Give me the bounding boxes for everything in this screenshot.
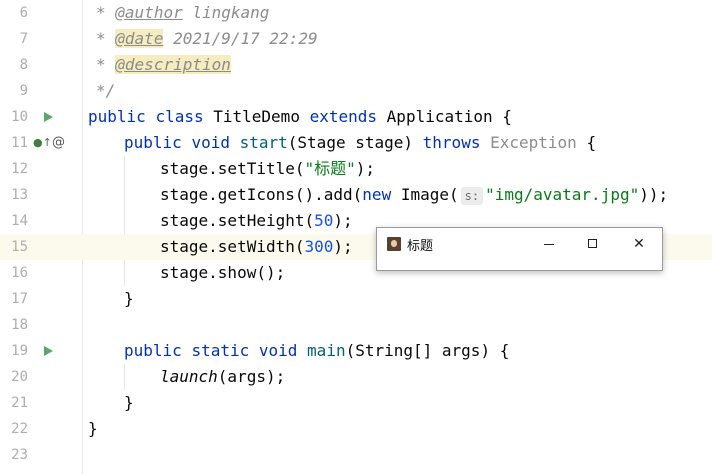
run-icon[interactable] [44, 112, 53, 122]
line-number: 10 [11, 109, 28, 125]
annotation-icon[interactable]: @ [52, 135, 65, 150]
window-title: 标题 [407, 239, 434, 254]
app-window[interactable]: 标题 ✕ [376, 227, 663, 271]
line-number: 7 [19, 31, 28, 47]
code-text: * @date 2021/9/17 22:29 [96, 29, 318, 48]
line-number: 17 [11, 291, 28, 307]
code-line[interactable]: 9 */ [0, 78, 712, 104]
code-text: public void start(Stage stage) throws Ex… [124, 133, 597, 152]
code-text: public static void main(String[] args) { [124, 341, 510, 360]
code-line[interactable]: 22 } [0, 416, 712, 442]
code-text: stage.setHeight(50); [160, 211, 353, 230]
code-text: stage.getIcons().add(new Image(s: "img/av… [160, 185, 669, 205]
run-icon[interactable] [44, 346, 53, 356]
close-icon: ✕ [633, 236, 645, 252]
code-text: stage.setTitle("标题"); [160, 159, 376, 178]
maximize-icon [588, 239, 597, 248]
line-number: 12 [11, 161, 28, 177]
line-number: 22 [11, 421, 28, 437]
javadoc-tag: @description [115, 55, 231, 74]
line-number: 6 [19, 5, 28, 21]
parameter-hint: s: [460, 186, 484, 205]
code-line[interactable]: 13 stage.getIcons().add(new Image(s: "img… [0, 182, 712, 208]
line-number: 15 [11, 239, 28, 255]
line-number: 11 [11, 135, 28, 151]
line-number: 16 [11, 265, 28, 281]
code-line[interactable]: 23 [0, 442, 712, 468]
minimize-button[interactable] [540, 236, 558, 252]
line-number: 23 [11, 447, 28, 463]
code-text: } [124, 289, 134, 308]
code-line[interactable]: 7 * @date 2021/9/17 22:29 [0, 26, 712, 52]
maximize-button[interactable] [584, 236, 602, 252]
code-text: stage.setWidth(300); [160, 237, 353, 256]
override-icon[interactable]: ●↑ [33, 137, 52, 149]
code-text: public class TitleDemo extends Applicati… [88, 107, 512, 126]
code-text: stage.show(); [160, 263, 286, 282]
line-number: 18 [11, 317, 28, 333]
line-number: 8 [19, 57, 28, 73]
line-number: 9 [19, 83, 28, 99]
minimize-icon [544, 244, 554, 245]
close-button[interactable]: ✕ [630, 236, 648, 252]
code-text: */ [96, 81, 116, 100]
code-line[interactable]: 8 * @description [0, 52, 712, 78]
avatar-icon [387, 237, 401, 251]
code-line[interactable]: 21 } [0, 390, 712, 416]
code-line[interactable]: 10 public class TitleDemo extends Applic… [0, 104, 712, 130]
code-text: launch(args); [160, 367, 286, 386]
code-line[interactable]: 12 stage.setTitle("标题"); [0, 156, 712, 182]
code-text: } [88, 419, 98, 438]
code-line[interactable]: 6 * @author lingkang [0, 0, 712, 26]
code-line[interactable]: 11 ●↑ @ public void start(Stage stage) t… [0, 130, 712, 156]
code-line[interactable]: 19 public static void main(String[] args… [0, 338, 712, 364]
javadoc-tag: @author [115, 3, 183, 22]
line-number: 21 [11, 395, 28, 411]
code-text: * @description [96, 55, 231, 74]
code-line[interactable]: 20 launch(args); [0, 364, 712, 390]
line-number: 20 [11, 369, 28, 385]
code-line[interactable]: 17 } [0, 286, 712, 312]
code-text: } [124, 393, 134, 412]
line-number: 19 [11, 343, 28, 359]
line-number: 13 [11, 187, 28, 203]
code-text: * @author lingkang [96, 3, 270, 22]
code-line[interactable]: 18 [0, 312, 712, 338]
javadoc-tag: @date [115, 29, 164, 48]
line-number: 14 [11, 213, 28, 229]
